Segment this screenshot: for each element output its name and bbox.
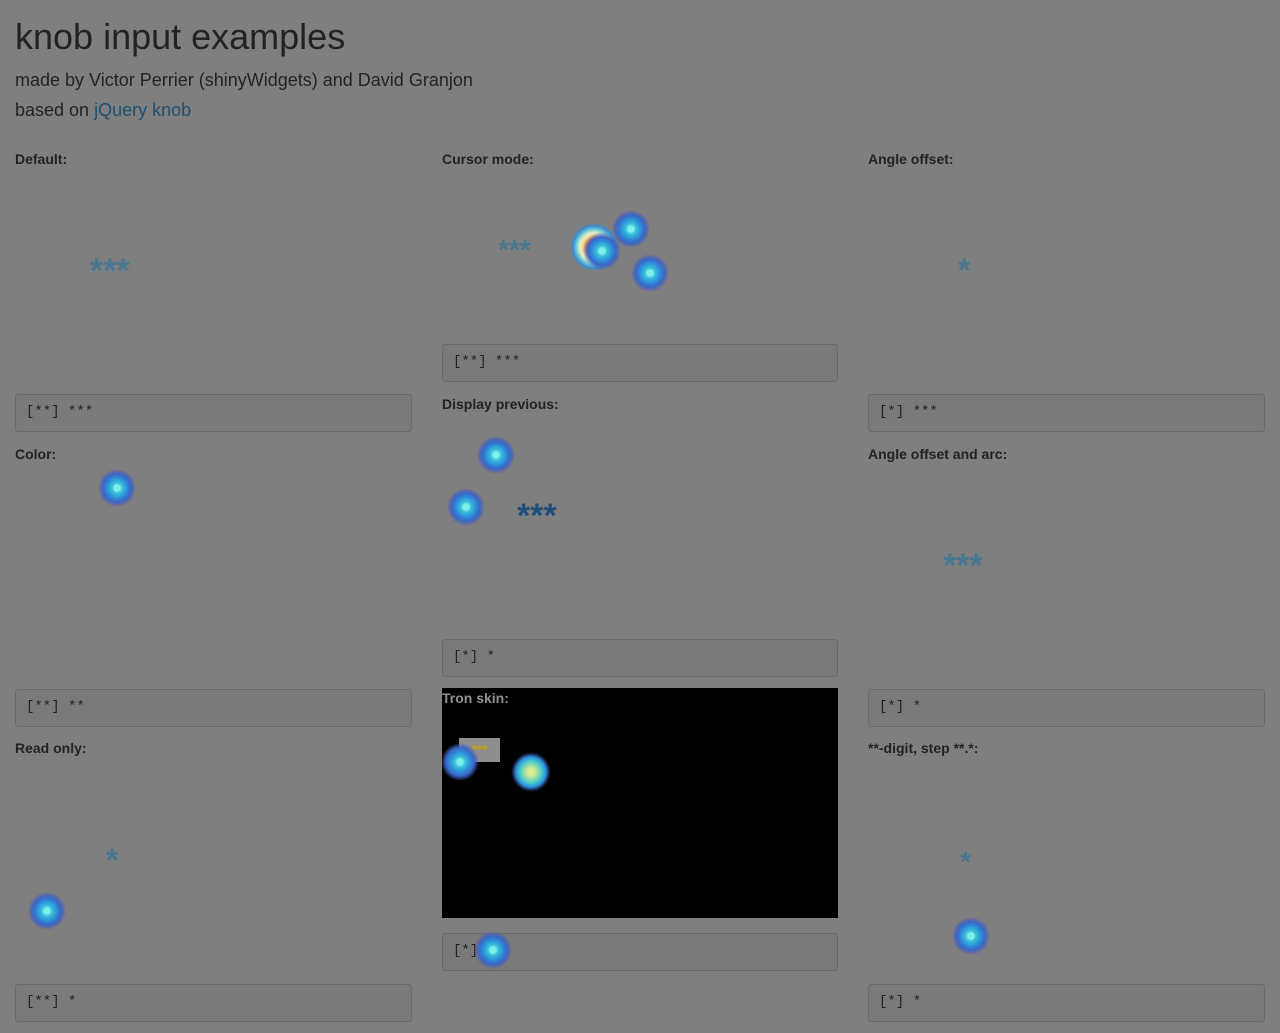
color-label: Color: (15, 446, 57, 462)
display-previous-knob[interactable]: *** (517, 497, 557, 536)
default-knob[interactable]: *** (90, 252, 130, 291)
tron-skin-knob[interactable]: *** (459, 738, 500, 762)
digit-step-label: **-digit, step **.*: (868, 740, 979, 756)
cursor-mode-knob[interactable]: *** (498, 234, 531, 266)
angle-offset-label: Angle offset: (868, 151, 954, 167)
default-label: Default: (15, 151, 68, 167)
color-knob[interactable] (15, 470, 412, 680)
heatmap-spot (583, 232, 621, 270)
heatmap-spot (447, 488, 485, 526)
default-output: [**] *** (15, 394, 412, 432)
tron-skin-panel (442, 688, 838, 918)
heatmap-spot (477, 436, 515, 474)
tron-skin-output: [*] * (442, 933, 838, 971)
angle-offset-output: [*] *** (868, 394, 1265, 432)
heatmap-spot (28, 892, 66, 930)
color-output: [**] ** (15, 689, 412, 727)
based-on-prefix: based on (15, 100, 95, 120)
tron-skin-label: Tron skin: (442, 690, 509, 706)
page-title: knob input examples (15, 16, 346, 57)
credit-text: made by Victor Perrier (shinyWidgets) an… (15, 70, 473, 90)
cursor-mode-label: Cursor mode: (442, 151, 534, 167)
heatmap-spot (612, 210, 650, 248)
heatmap-spot (631, 254, 669, 292)
heatmap-spot (952, 917, 990, 955)
heatmap-spot (570, 223, 618, 271)
angle-offset-arc-knob[interactable]: *** (943, 547, 983, 586)
digit-step-output: [*] * (868, 984, 1265, 1022)
display-previous-label: Display previous: (442, 396, 559, 412)
read-only-label: Read only: (15, 740, 87, 756)
angle-offset-arc-label: Angle offset and arc: (868, 446, 1008, 462)
read-only-output: [**] * (15, 984, 412, 1022)
cursor-mode-output: [**] *** (442, 344, 838, 382)
based-on-text: based on jQuery knob (15, 100, 191, 121)
read-only-knob: * (106, 842, 119, 878)
angle-offset-knob[interactable]: * (958, 252, 970, 289)
digit-step-knob[interactable]: * (960, 846, 971, 878)
angle-offset-arc-output: [*] * (868, 689, 1265, 727)
display-previous-output: [*] * (442, 639, 838, 677)
jquery-knob-link[interactable]: jQuery knob (94, 100, 191, 120)
